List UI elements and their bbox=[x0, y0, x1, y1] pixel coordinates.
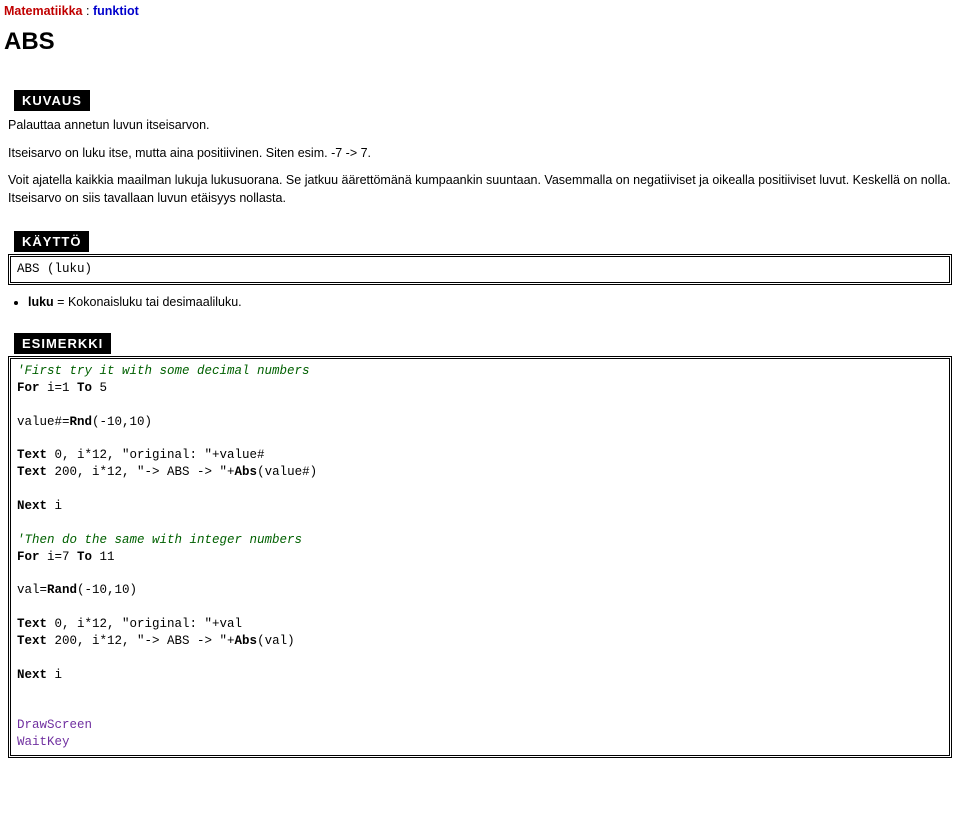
code-kw-to: To bbox=[77, 381, 92, 395]
code-text: i=1 bbox=[40, 381, 78, 395]
section-head-kaytto: KÄYTTÖ bbox=[14, 231, 89, 252]
section-head-esimerkki: ESIMERKKI bbox=[14, 333, 111, 354]
breadcrumb-sub[interactable]: funktiot bbox=[93, 4, 139, 18]
code-kw-text: Text bbox=[17, 617, 47, 631]
code-text: (-10,10) bbox=[92, 415, 152, 429]
code-fn-abs: Abs bbox=[235, 465, 258, 479]
code-text: (val) bbox=[257, 634, 295, 648]
code-kw-text: Text bbox=[17, 634, 47, 648]
code-fn-abs: Abs bbox=[235, 634, 258, 648]
kuvaus-p1: Palauttaa annetun luvun itseisarvon. bbox=[8, 117, 952, 135]
code-text: (value#) bbox=[257, 465, 317, 479]
code-text: (-10,10) bbox=[77, 583, 137, 597]
code-comment: 'First try it with some decimal numbers bbox=[17, 364, 310, 378]
code-text: 200, i*12, "-> ABS -> "+ bbox=[47, 634, 235, 648]
code-text: val= bbox=[17, 583, 47, 597]
code-kw-text: Text bbox=[17, 448, 47, 462]
syntax-text: ABS (luku) bbox=[17, 262, 92, 276]
code-text: i=7 bbox=[40, 550, 78, 564]
param-desc: = Kokonaisluku tai desimaaliluku. bbox=[54, 295, 242, 309]
code-kw-next: Next bbox=[17, 668, 47, 682]
code-text: i bbox=[47, 668, 62, 682]
syntax-box: ABS (luku) bbox=[8, 254, 952, 285]
code-kw-for: For bbox=[17, 381, 40, 395]
kuvaus-p2: Itseisarvo on luku itse, mutta aina posi… bbox=[8, 145, 952, 163]
breadcrumb-sep: : bbox=[83, 4, 93, 18]
code-kw-for: For bbox=[17, 550, 40, 564]
param-item: luku = Kokonaisluku tai desimaaliluku. bbox=[28, 295, 952, 309]
code-comment: 'Then do the same with integer numbers bbox=[17, 533, 302, 547]
code-text: 5 bbox=[92, 381, 107, 395]
section-head-kuvaus: KUVAUS bbox=[14, 90, 90, 111]
breadcrumb: Matematiikka : funktiot bbox=[4, 4, 956, 18]
code-kw-text: Text bbox=[17, 465, 47, 479]
code-kw-to: To bbox=[77, 550, 92, 564]
breadcrumb-category[interactable]: Matematiikka bbox=[4, 4, 83, 18]
code-text: 11 bbox=[92, 550, 115, 564]
page-title: ABS bbox=[4, 28, 956, 56]
code-api-drawscreen: DrawScreen bbox=[17, 718, 92, 732]
code-fn-rnd: Rnd bbox=[70, 415, 93, 429]
code-api-waitkey: WaitKey bbox=[17, 735, 70, 749]
code-text: 200, i*12, "-> ABS -> "+ bbox=[47, 465, 235, 479]
code-fn-rand: Rand bbox=[47, 583, 77, 597]
example-box: 'First try it with some decimal numbers … bbox=[8, 356, 952, 758]
code-text: i bbox=[47, 499, 62, 513]
param-name: luku bbox=[28, 295, 54, 309]
code-text: 0, i*12, "original: "+val bbox=[47, 617, 242, 631]
kuvaus-p3: Voit ajatella kaikkia maailman lukuja lu… bbox=[8, 172, 952, 207]
code-kw-next: Next bbox=[17, 499, 47, 513]
param-list: luku = Kokonaisluku tai desimaaliluku. bbox=[28, 295, 952, 309]
code-text: 0, i*12, "original: "+value# bbox=[47, 448, 265, 462]
kuvaus-body: Palauttaa annetun luvun itseisarvon. Its… bbox=[8, 117, 952, 207]
code-text: value#= bbox=[17, 415, 70, 429]
